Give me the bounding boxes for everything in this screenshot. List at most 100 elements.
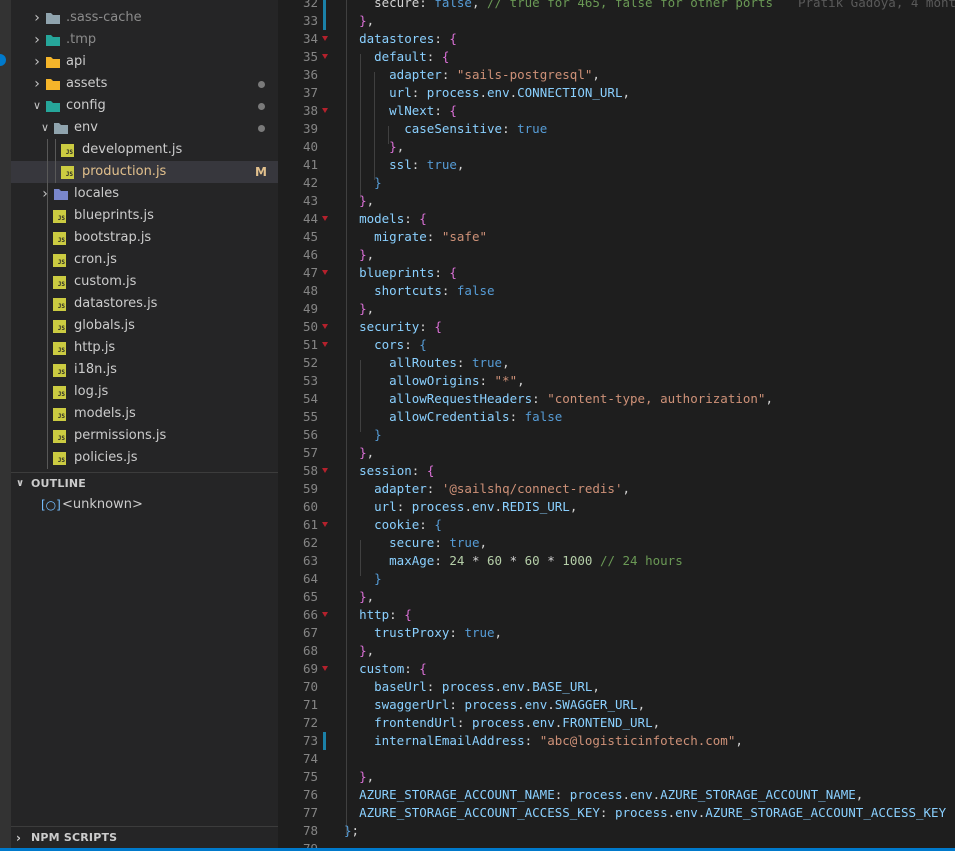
code-line[interactable]: 57 }, [278, 444, 955, 462]
code-line[interactable]: 48 shortcuts: false [278, 282, 955, 300]
code-line[interactable]: 49 }, [278, 300, 955, 318]
code-line[interactable]: 71 swaggerUrl: process.env.SWAGGER_URL, [278, 696, 955, 714]
code-line[interactable]: 51 cors: { [278, 336, 955, 354]
folder-item[interactable]: ∨ config [11, 95, 278, 117]
code-line[interactable]: 59 adapter: '@sailshq/connect-redis', [278, 480, 955, 498]
fold-marker-icon[interactable] [322, 612, 328, 617]
code-text: cookie: { [374, 517, 442, 532]
fold-marker-icon[interactable] [322, 270, 328, 275]
file-item[interactable]: JS i18n.js [11, 359, 278, 381]
line-number: 42 [302, 175, 318, 190]
outline-item[interactable]: [○] <unknown> [11, 494, 278, 516]
code-text: session: { [359, 463, 435, 478]
code-line[interactable]: 66 http: { [278, 606, 955, 624]
chevron-right-icon: › [34, 54, 40, 70]
variable-icon: [○] [41, 498, 61, 512]
file-item[interactable]: JS log.js [11, 381, 278, 403]
fold-marker-icon[interactable] [322, 216, 328, 221]
code-line[interactable]: 33 }, [278, 12, 955, 30]
code-line[interactable]: 77 AZURE_STORAGE_ACCOUNT_ACCESS_KEY: pro… [278, 804, 955, 822]
folder-item[interactable]: › assets [11, 73, 278, 95]
code-line[interactable]: 67 trustProxy: true, [278, 624, 955, 642]
fold-marker-icon[interactable] [322, 108, 328, 113]
file-item[interactable]: JS cron.js [11, 249, 278, 271]
code-line[interactable]: 32 secure: false, // true for 465, false… [278, 0, 955, 12]
code-line[interactable]: 70 baseUrl: process.env.BASE_URL, [278, 678, 955, 696]
code-line[interactable]: 63 maxAge: 24 * 60 * 60 * 1000 // 24 hou… [278, 552, 955, 570]
folder-item[interactable]: › locales [11, 183, 278, 205]
folder-item[interactable]: › api [11, 51, 278, 73]
code-line[interactable]: 74 [278, 750, 955, 768]
code-line[interactable]: 50 security: { [278, 318, 955, 336]
notification-badge-icon[interactable] [0, 54, 6, 66]
file-item[interactable]: JS production.js M [11, 161, 278, 183]
code-line[interactable]: 37 url: process.env.CONNECTION_URL, [278, 84, 955, 102]
code-line[interactable]: 53 allowOrigins: "*", [278, 372, 955, 390]
code-editor[interactable]: 32 secure: false, // true for 465, false… [278, 0, 955, 851]
file-item[interactable]: JS models.js [11, 403, 278, 425]
code-line[interactable]: 68 }, [278, 642, 955, 660]
fold-marker-icon[interactable] [322, 522, 328, 527]
file-item[interactable]: JS policies.js [11, 447, 278, 469]
code-line[interactable]: 54 allowRequestHeaders: "content-type, a… [278, 390, 955, 408]
fold-marker-icon[interactable] [322, 342, 328, 347]
git-status-badge: M [255, 165, 267, 179]
code-line[interactable]: 52 allRoutes: true, [278, 354, 955, 372]
code-line[interactable]: 76 AZURE_STORAGE_ACCOUNT_NAME: process.e… [278, 786, 955, 804]
code-line[interactable]: 62 secure: true, [278, 534, 955, 552]
chevron-down-icon: ∨ [32, 99, 42, 112]
outline-section-header[interactable]: ∨ OUTLINE [11, 472, 278, 494]
file-item[interactable]: JS globals.js [11, 315, 278, 337]
code-line[interactable]: 75 }, [278, 768, 955, 786]
code-line[interactable]: 47 blueprints: { [278, 264, 955, 282]
code-line[interactable]: 60 url: process.env.REDIS_URL, [278, 498, 955, 516]
code-line[interactable]: 42 } [278, 174, 955, 192]
fold-marker-icon[interactable] [322, 468, 328, 473]
code-line[interactable]: 43 }, [278, 192, 955, 210]
code-line[interactable]: 34 datastores: { [278, 30, 955, 48]
npm-scripts-section-header[interactable]: › NPM SCRIPTS [11, 826, 278, 848]
code-text: }, [359, 589, 375, 604]
fold-marker-icon[interactable] [322, 666, 328, 671]
file-item[interactable]: JS custom.js [11, 271, 278, 293]
code-line[interactable]: 35 default: { [278, 48, 955, 66]
code-line[interactable]: 36 adapter: "sails-postgresql", [278, 66, 955, 84]
file-item[interactable]: JS bootstrap.js [11, 227, 278, 249]
code-text: secure: true, [389, 535, 488, 550]
code-line[interactable]: 69 custom: { [278, 660, 955, 678]
code-line[interactable]: 64 } [278, 570, 955, 588]
fold-marker-icon[interactable] [322, 54, 328, 59]
code-line[interactable]: 56 } [278, 426, 955, 444]
file-item[interactable]: JS permissions.js [11, 425, 278, 447]
fold-marker-icon[interactable] [322, 324, 328, 329]
line-number: 56 [302, 427, 318, 442]
code-line[interactable]: 44 models: { [278, 210, 955, 228]
code-line[interactable]: 39 caseSensitive: true [278, 120, 955, 138]
code-line[interactable]: 40 }, [278, 138, 955, 156]
line-number: 67 [302, 625, 318, 640]
code-text: adapter: '@sailshq/connect-redis', [374, 481, 631, 496]
code-line[interactable]: 41 ssl: true, [278, 156, 955, 174]
file-item[interactable]: JS development.js [11, 139, 278, 161]
js-file-icon: JS [53, 451, 69, 465]
folder-item[interactable]: › .sass-cache [11, 7, 278, 29]
line-number: 52 [302, 355, 318, 370]
file-item[interactable]: JS datastores.js [11, 293, 278, 315]
code-line[interactable]: 61 cookie: { [278, 516, 955, 534]
js-file-icon: JS [53, 209, 69, 223]
code-line[interactable]: 58 session: { [278, 462, 955, 480]
code-line[interactable]: 72 frontendUrl: process.env.FRONTEND_URL… [278, 714, 955, 732]
code-line[interactable]: 65 }, [278, 588, 955, 606]
folder-open-icon [53, 121, 69, 135]
code-line[interactable]: 78}; [278, 822, 955, 840]
code-line[interactable]: 55 allowCredentials: false [278, 408, 955, 426]
code-line[interactable]: 38 wlNext: { [278, 102, 955, 120]
folder-item[interactable]: ∨ env [11, 117, 278, 139]
code-line[interactable]: 46 }, [278, 246, 955, 264]
fold-marker-icon[interactable] [322, 36, 328, 41]
folder-item[interactable]: › .tmp [11, 29, 278, 51]
code-line[interactable]: 45 migrate: "safe" [278, 228, 955, 246]
file-item[interactable]: JS blueprints.js [11, 205, 278, 227]
code-line[interactable]: 73 internalEmailAddress: "abc@logisticin… [278, 732, 955, 750]
file-item[interactable]: JS http.js [11, 337, 278, 359]
